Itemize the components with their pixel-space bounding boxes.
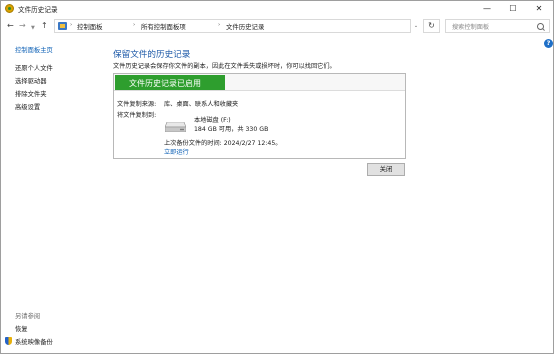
window-title: 文件历史记录 [18, 6, 58, 14]
up-arrow-icon[interactable]: ↑ [41, 21, 48, 31]
file-history-window: 文件历史记录 — ☐ ✕ ← → ▼ ↑ › 控制面板 › 所有控制面板项 › … [0, 0, 554, 354]
file-history-status-panel: 文件历史记录已启用 文件复制来源: 库、桌面、联系人和收藏夹 将文件复制到: 本… [113, 73, 406, 159]
file-history-app-icon [5, 4, 14, 13]
address-box[interactable]: › 控制面板 › 所有控制面板项 › 文件历史记录 [54, 19, 411, 33]
status-banner: 文件历史记录已启用 [115, 75, 225, 90]
search-placeholder: 搜索控制面板 [452, 24, 490, 31]
breadcrumb-chevron-icon: › [133, 22, 136, 28]
breadcrumb-control-panel[interactable]: 控制面板 [77, 22, 103, 31]
see-also-system-image-backup[interactable]: 系统映像备份 [15, 337, 53, 346]
breadcrumb-chevron-icon: › [218, 22, 221, 28]
recent-locations-chevron-icon[interactable]: ▼ [31, 23, 35, 33]
help-icon[interactable]: ? [544, 39, 553, 48]
minimize-button[interactable]: — [474, 1, 500, 16]
shield-icon [5, 337, 12, 345]
run-now-link[interactable]: 立即运行 [164, 147, 189, 156]
back-arrow-icon[interactable]: ← [7, 21, 14, 31]
page-description: 文件历史记录会保存你文件的副本，因此在文件丢失或损坏时，你可以找回它们。 [113, 63, 336, 70]
last-backup-time: 上次备份文件的时间: 2024/2/27 12:45。 [164, 140, 282, 147]
refresh-icon[interactable]: ↻ [423, 19, 440, 33]
copy-from-label: 文件复制来源: [117, 101, 157, 108]
status-text: 文件历史记录已启用 [129, 79, 201, 88]
title-bar: 文件历史记录 — ☐ ✕ [1, 1, 553, 17]
maximize-button[interactable]: ☐ [500, 1, 526, 16]
close-window-button[interactable]: ✕ [526, 1, 552, 16]
sidebar-restore-files[interactable]: 还原个人文件 [15, 63, 53, 72]
breadcrumb-all-items[interactable]: 所有控制面板项 [141, 22, 186, 31]
hard-drive-icon [165, 122, 186, 132]
sidebar-select-drive[interactable]: 选择驱动器 [15, 76, 46, 85]
see-also-heading: 另请参阅 [15, 313, 41, 320]
close-button[interactable]: 关闭 [367, 163, 405, 176]
control-panel-icon [58, 22, 67, 30]
search-icon[interactable] [537, 23, 544, 30]
copy-to-label: 将文件复制到: [117, 112, 157, 119]
status-header: 文件历史记录已启用 [114, 74, 405, 91]
breadcrumb-file-history[interactable]: 文件历史记录 [226, 22, 264, 31]
drive-name: 本地磁盘 (F:) [194, 117, 231, 124]
copy-from-value: 库、桌面、联系人和收藏夹 [164, 101, 239, 108]
drive-space: 184 GB 可用，共 330 GB [194, 126, 269, 133]
address-dropdown-chevron-icon[interactable]: ⌄ [411, 19, 421, 33]
sidebar-exclude-folders[interactable]: 排除文件夹 [15, 89, 46, 98]
see-also-recovery[interactable]: 恢复 [15, 324, 28, 333]
breadcrumb-chevron-icon: › [70, 22, 73, 28]
sidebar-advanced-settings[interactable]: 高级设置 [15, 102, 40, 111]
navigation-bar: ← → ▼ ↑ › 控制面板 › 所有控制面板项 › 文件历史记录 ⌄ ↻ 搜索… [1, 17, 553, 37]
search-box[interactable]: 搜索控制面板 [445, 19, 550, 33]
forward-arrow-icon[interactable]: → [19, 21, 26, 31]
page-title: 保留文件的历史记录 [113, 50, 191, 60]
sidebar-control-panel-home[interactable]: 控制面板主页 [15, 45, 53, 54]
